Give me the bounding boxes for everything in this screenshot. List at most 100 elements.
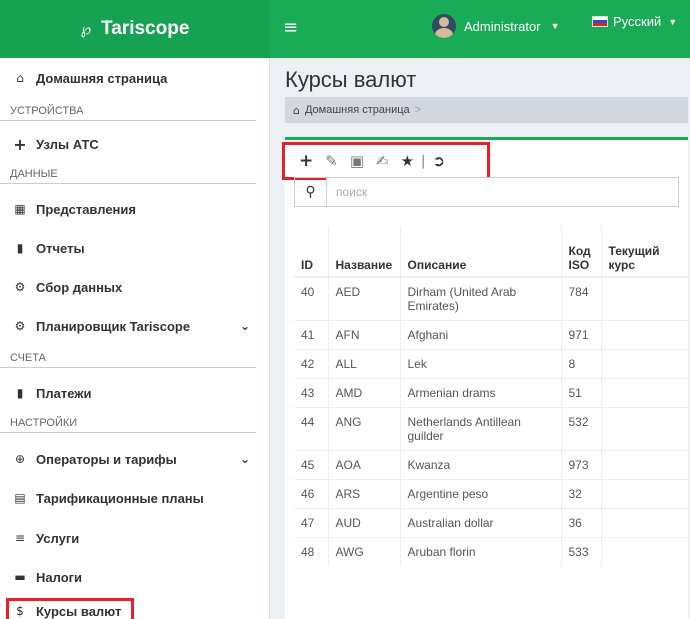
- user-menu[interactable]: Administrator ▼: [432, 14, 560, 38]
- table-cell: ARS: [328, 479, 401, 509]
- language-menu[interactable]: Русский ▼: [592, 14, 677, 29]
- sidebar-item-label: Тарификационные планы: [36, 490, 204, 506]
- table-row[interactable]: 44 ANG Netherlands Antillean guilder 532: [294, 407, 689, 451]
- table-cell: [601, 537, 689, 566]
- sidebar-item-data-collection[interactable]: ⚙ Сбор данных: [0, 277, 270, 297]
- sidebar-section-settings: НАСТРОЙКИ: [0, 417, 256, 433]
- avatar: [432, 14, 456, 38]
- search-input[interactable]: [327, 178, 667, 206]
- sidebar-item-home[interactable]: ⌂ Домашняя страница: [0, 68, 270, 88]
- language-label: Русский: [613, 14, 662, 29]
- table-cell: [601, 349, 689, 379]
- menu-toggle-icon[interactable]: ≡: [283, 17, 298, 38]
- home-icon: ⌂: [293, 103, 300, 117]
- table-row[interactable]: 41 AFN Afghani 971: [294, 320, 689, 350]
- add-icon[interactable]: +: [299, 151, 313, 171]
- table-cell: ALL: [328, 349, 401, 379]
- table-icon: ▦: [14, 202, 26, 216]
- table-row[interactable]: 45 AOA Kwanza 973: [294, 450, 689, 480]
- brand-name: Tariscope: [101, 18, 190, 39]
- table-row[interactable]: 48 AWG Aruban florin 533: [294, 537, 689, 566]
- sidebar-item-label: Отчеты: [36, 240, 85, 256]
- table-header-row: ID Название Описание Код ISO Текущий кур…: [294, 226, 689, 278]
- sidebar-item-pbx-nodes[interactable]: + Узлы АТС: [0, 134, 270, 154]
- list-icon: ≡: [14, 531, 26, 545]
- sidebar-section-accounts: СЧЕТА: [0, 352, 256, 368]
- star-icon[interactable]: ★: [401, 152, 414, 170]
- table-cell: 533: [561, 537, 602, 566]
- table-row[interactable]: 43 AMD Armenian drams 51: [294, 378, 689, 408]
- sidebar-item-label: Курсы валют: [36, 603, 122, 619]
- column-header-id[interactable]: ID: [294, 226, 329, 278]
- page-title: Курсы валют: [285, 67, 417, 92]
- table-cell: [601, 450, 689, 480]
- currency-table: ID Название Описание Код ISO Текущий кур…: [294, 226, 689, 566]
- table-cell: 48: [294, 537, 329, 566]
- table-cell: 8: [561, 349, 602, 379]
- table-cell: AOA: [328, 450, 401, 480]
- table-cell: Australian dollar: [400, 508, 562, 538]
- table-cell: 43: [294, 378, 329, 408]
- column-header-rate[interactable]: Текущий курс: [601, 226, 689, 278]
- toolbar: + ✎ ▣ ✍ ★ | ➲: [282, 142, 490, 180]
- sidebar-item-label: Услуги: [36, 530, 80, 546]
- table-cell: 45: [294, 450, 329, 480]
- table-cell: 41: [294, 320, 329, 350]
- sidebar-item-payments[interactable]: ▮ Платежи: [0, 383, 270, 403]
- table-cell: 46: [294, 479, 329, 509]
- column-header-iso[interactable]: Код ISO: [561, 226, 602, 278]
- table-cell: [601, 320, 689, 350]
- brand-logo[interactable]: ℘ Tariscope: [0, 0, 270, 58]
- sidebar-item-label: Платежи: [36, 385, 92, 401]
- money-icon: ▬: [14, 570, 26, 584]
- sidebar-item-scheduler[interactable]: ⚙ Планировщик Tariscope ⌄: [0, 316, 270, 336]
- column-header-description[interactable]: Описание: [400, 226, 562, 278]
- export-icon[interactable]: ➲: [432, 152, 445, 170]
- dollar-icon: $: [16, 604, 24, 618]
- sidebar-item-label: Представления: [36, 201, 136, 217]
- chevron-down-icon: ⌄: [239, 452, 250, 466]
- table-row[interactable]: 42 ALL Lek 8: [294, 349, 689, 379]
- table-row[interactable]: 46 ARS Argentine peso 32: [294, 479, 689, 509]
- sidebar-item-taxes[interactable]: ▬ Налоги: [0, 567, 270, 587]
- table-cell: AED: [328, 276, 401, 321]
- breadcrumb-home-link[interactable]: Домашняя страница: [305, 104, 410, 116]
- sidebar-item-tariff-plans[interactable]: ▤ Тарификационные планы: [0, 488, 270, 508]
- table-cell: Kwanza: [400, 450, 562, 480]
- table-cell: 44: [294, 407, 329, 451]
- sidebar: ⌂ Домашняя страница УСТРОЙСТВА + Узлы АТ…: [0, 58, 270, 619]
- table-cell: 47: [294, 508, 329, 538]
- table-cell: 40: [294, 276, 329, 321]
- sidebar-item-label: Сбор данных: [36, 279, 123, 295]
- table-cell: [601, 508, 689, 538]
- sidebar-item-currency-rates[interactable]: $ Курсы валют: [6, 598, 134, 619]
- search-icon[interactable]: ⚲: [295, 178, 327, 206]
- delete-icon[interactable]: ▣: [350, 152, 364, 170]
- sidebar-item-operators[interactable]: ⊕ Операторы и тарифы ⌄: [0, 449, 270, 469]
- plus-icon: +: [13, 134, 27, 154]
- sidebar-item-views[interactable]: ▦ Представления: [0, 199, 270, 219]
- table-cell: AFN: [328, 320, 401, 350]
- table-cell: AUD: [328, 508, 401, 538]
- breadcrumb-separator: >: [414, 104, 422, 116]
- russia-flag-icon: [592, 16, 608, 27]
- column-header-name[interactable]: Название: [328, 226, 401, 278]
- chevron-down-icon: ⌄: [239, 319, 250, 333]
- sidebar-item-reports[interactable]: ▮ Отчеты: [0, 238, 270, 258]
- breadcrumb: ⌂ Домашняя страница >: [285, 97, 688, 123]
- sidebar-item-services[interactable]: ≡ Услуги: [0, 528, 270, 548]
- edit-icon[interactable]: ✎: [325, 152, 338, 170]
- sidebar-item-label: Домашняя страница: [36, 70, 168, 86]
- table-row[interactable]: 40 AED Dirham (United Arab Emirates) 784: [294, 276, 689, 321]
- table-cell: [601, 276, 689, 321]
- table-cell: Armenian drams: [400, 378, 562, 408]
- cogs-icon: ⚙: [14, 280, 26, 294]
- home-icon: ⌂: [16, 71, 24, 85]
- table-cell: AWG: [328, 537, 401, 566]
- table-cell: 42: [294, 349, 329, 379]
- table-cell: 971: [561, 320, 602, 350]
- table-row[interactable]: 47 AUD Australian dollar 36: [294, 508, 689, 538]
- scheduler-icon: ⚙: [14, 319, 26, 333]
- sidebar-item-label: Узлы АТС: [36, 136, 99, 152]
- edit-form-icon[interactable]: ✍: [376, 152, 389, 170]
